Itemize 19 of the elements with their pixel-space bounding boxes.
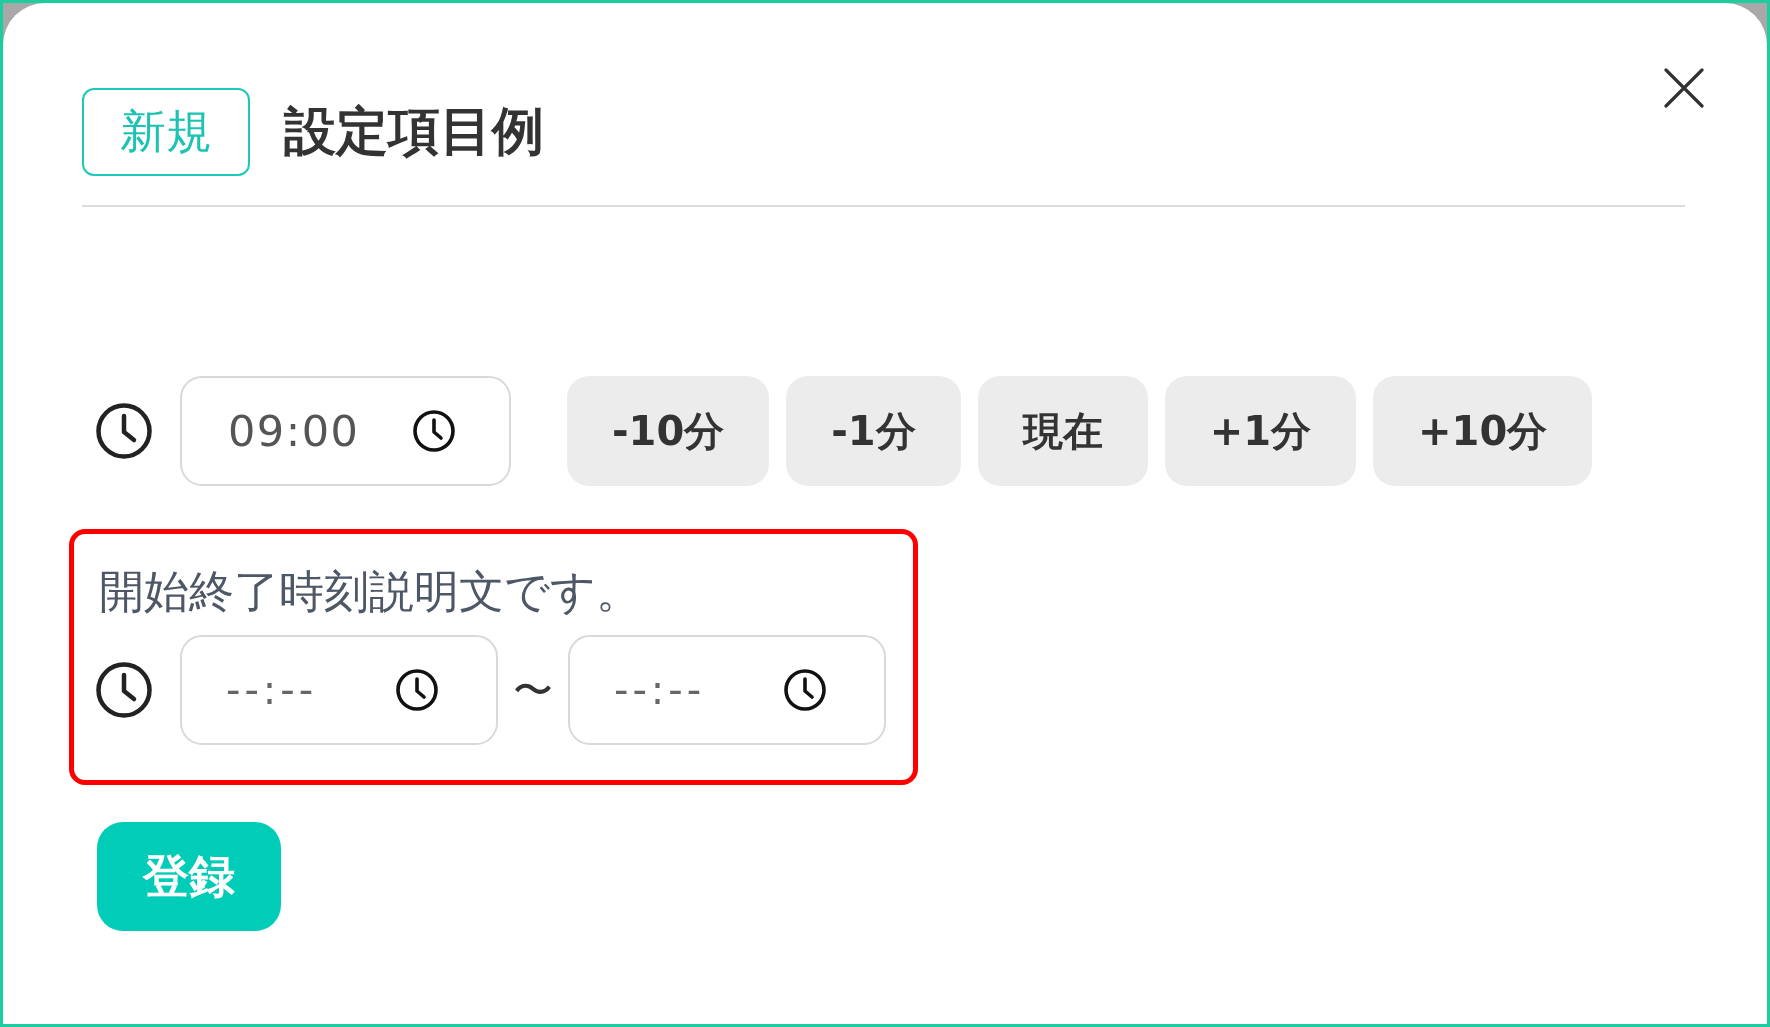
clock-icon — [396, 669, 438, 711]
clock-icon — [96, 662, 152, 718]
clock-icon — [96, 403, 152, 459]
range-separator: 〜 — [512, 665, 554, 715]
new-badge: 新規 — [82, 88, 250, 176]
close-button[interactable] — [1664, 68, 1704, 108]
time-adjust-button[interactable]: 現在 — [977, 376, 1148, 486]
time-input[interactable]: 09:00 — [180, 376, 511, 486]
dialog-title: 設定項目例 — [284, 100, 544, 163]
close-icon — [1664, 68, 1704, 108]
end-time-input[interactable]: --:-- — [568, 635, 886, 745]
time-adjust-button[interactable]: +1分 — [1164, 376, 1357, 486]
start-time-input[interactable]: --:-- — [180, 635, 498, 745]
time-adjust-button[interactable]: +10分 — [1373, 376, 1593, 486]
time-adjust-button[interactable]: -1分 — [786, 376, 961, 486]
time-adjust-button[interactable]: -10分 — [567, 376, 770, 486]
clock-icon — [413, 410, 455, 452]
clock-icon — [784, 669, 826, 711]
range-description: 開始終了時刻説明文です。 — [99, 564, 642, 620]
